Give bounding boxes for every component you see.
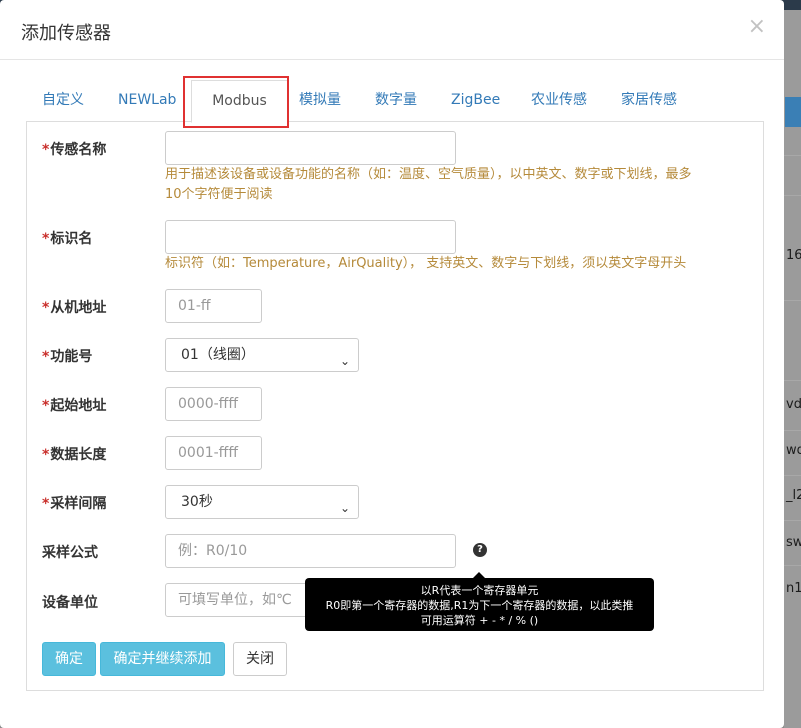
tab-custom[interactable]: 自定义	[42, 80, 84, 122]
sensor-name-input[interactable]	[165, 131, 456, 165]
required-mark: *	[42, 142, 50, 158]
background-row-divider	[784, 195, 801, 196]
identifier-input[interactable]	[165, 220, 456, 254]
tab-modbus[interactable]: Modbus	[191, 80, 288, 123]
slave-address-label: *从机地址	[42, 297, 106, 317]
background-cell-text: wd	[786, 443, 801, 458]
label-text: 采样间隔	[50, 496, 107, 512]
modal-title: 添加传感器	[21, 23, 111, 44]
sample-interval-selected: 30秒	[181, 494, 213, 510]
label-text: 功能号	[50, 349, 93, 365]
background-row-divider	[784, 430, 801, 431]
close-icon[interactable]: ×	[748, 16, 766, 38]
background-row-divider	[784, 380, 801, 381]
tab-home[interactable]: 家居传感	[621, 80, 677, 122]
tab-zigbee[interactable]: ZigBee	[451, 80, 500, 122]
sensor-type-tabs: 自定义 NEWLab Modbus 模拟量 数字量 ZigBee 农业传感 家居…	[26, 80, 764, 123]
function-code-selected: 01（线圈）	[181, 347, 255, 363]
tab-agriculture[interactable]: 农业传感	[531, 80, 587, 122]
sensor-name-help-line-1: 用于描述该设备或设备功能的名称（如：温度、空气质量），以中英文、数字或下划线，最…	[165, 167, 692, 182]
required-mark: *	[42, 231, 50, 247]
background-row-divider	[784, 155, 801, 156]
tab-analog[interactable]: 模拟量	[299, 80, 341, 122]
add-sensor-modal: 添加传感器 × 自定义 NEWLab Modbus 模拟量 数字量 ZigBee…	[0, 0, 784, 728]
identifier-label: *标识名	[42, 228, 92, 248]
tooltip-line: R0即第一个寄存器的数据,R1为下一个寄存器的数据，以此类推	[325, 599, 634, 612]
device-unit-label: 设备单位	[42, 595, 98, 611]
chevron-down-icon: ⌄	[339, 501, 350, 515]
background-cell-text: vd	[786, 397, 801, 412]
background-cell-text: 16	[786, 248, 801, 263]
data-length-label: *数据长度	[42, 444, 106, 464]
required-mark: *	[42, 496, 50, 512]
required-mark: *	[42, 398, 50, 414]
confirm-and-continue-button[interactable]: 确定并继续添加	[100, 642, 225, 676]
chevron-down-icon: ⌄	[339, 354, 350, 368]
tooltip-line: 以R代表一个寄存器单元	[420, 584, 539, 597]
modal-header: 添加传感器 ×	[0, 0, 784, 60]
sample-interval-label: *采样间隔	[42, 493, 106, 513]
background-cell-text: n1	[786, 581, 801, 596]
start-address-input[interactable]	[165, 387, 262, 421]
slave-address-input[interactable]	[165, 289, 262, 323]
sample-formula-label: 采样公式	[42, 545, 98, 561]
background-row-divider	[784, 300, 801, 301]
required-mark: *	[42, 300, 50, 316]
function-code-select[interactable]: 01（线圈） ⌄	[165, 338, 359, 372]
tooltip-line: 可用运算符 + - * / % ()	[420, 614, 539, 627]
start-address-label: *起始地址	[42, 395, 106, 415]
function-code-label: *功能号	[42, 346, 92, 366]
formula-tooltip: 以R代表一个寄存器单元 R0即第一个寄存器的数据,R1为下一个寄存器的数据，以此…	[305, 578, 654, 631]
tab-digital[interactable]: 数字量	[375, 80, 417, 122]
label-text: 数据长度	[50, 447, 107, 463]
sample-formula-input[interactable]	[165, 534, 456, 568]
background-blue-button	[785, 97, 801, 127]
tab-newlab[interactable]: NEWLab	[118, 80, 176, 122]
close-button[interactable]: 关闭	[233, 642, 287, 676]
question-circle-icon[interactable]: ?	[473, 543, 487, 557]
background-row-divider	[784, 520, 801, 521]
identifier-help: 标识符（如：Temperature，AirQuality）， 支持英文、数字与下…	[165, 256, 687, 271]
label-text: 标识名	[50, 231, 93, 247]
background-cell-text: _l2	[786, 488, 801, 503]
background-row-divider	[784, 475, 801, 476]
confirm-button[interactable]: 确定	[42, 642, 96, 676]
background-cell-text: sw	[786, 535, 801, 550]
sensor-name-label: *传感名称	[42, 139, 106, 159]
label-text: 传感名称	[50, 142, 107, 158]
sample-interval-select[interactable]: 30秒 ⌄	[165, 485, 359, 519]
label-text: 从机地址	[50, 300, 107, 316]
label-text: 起始地址	[50, 398, 107, 414]
required-mark: *	[42, 447, 50, 463]
required-mark: *	[42, 349, 50, 365]
data-length-input[interactable]	[165, 436, 262, 470]
background-row-divider	[784, 565, 801, 566]
sensor-name-help-line-2: 10个字符便于阅读	[165, 187, 273, 202]
